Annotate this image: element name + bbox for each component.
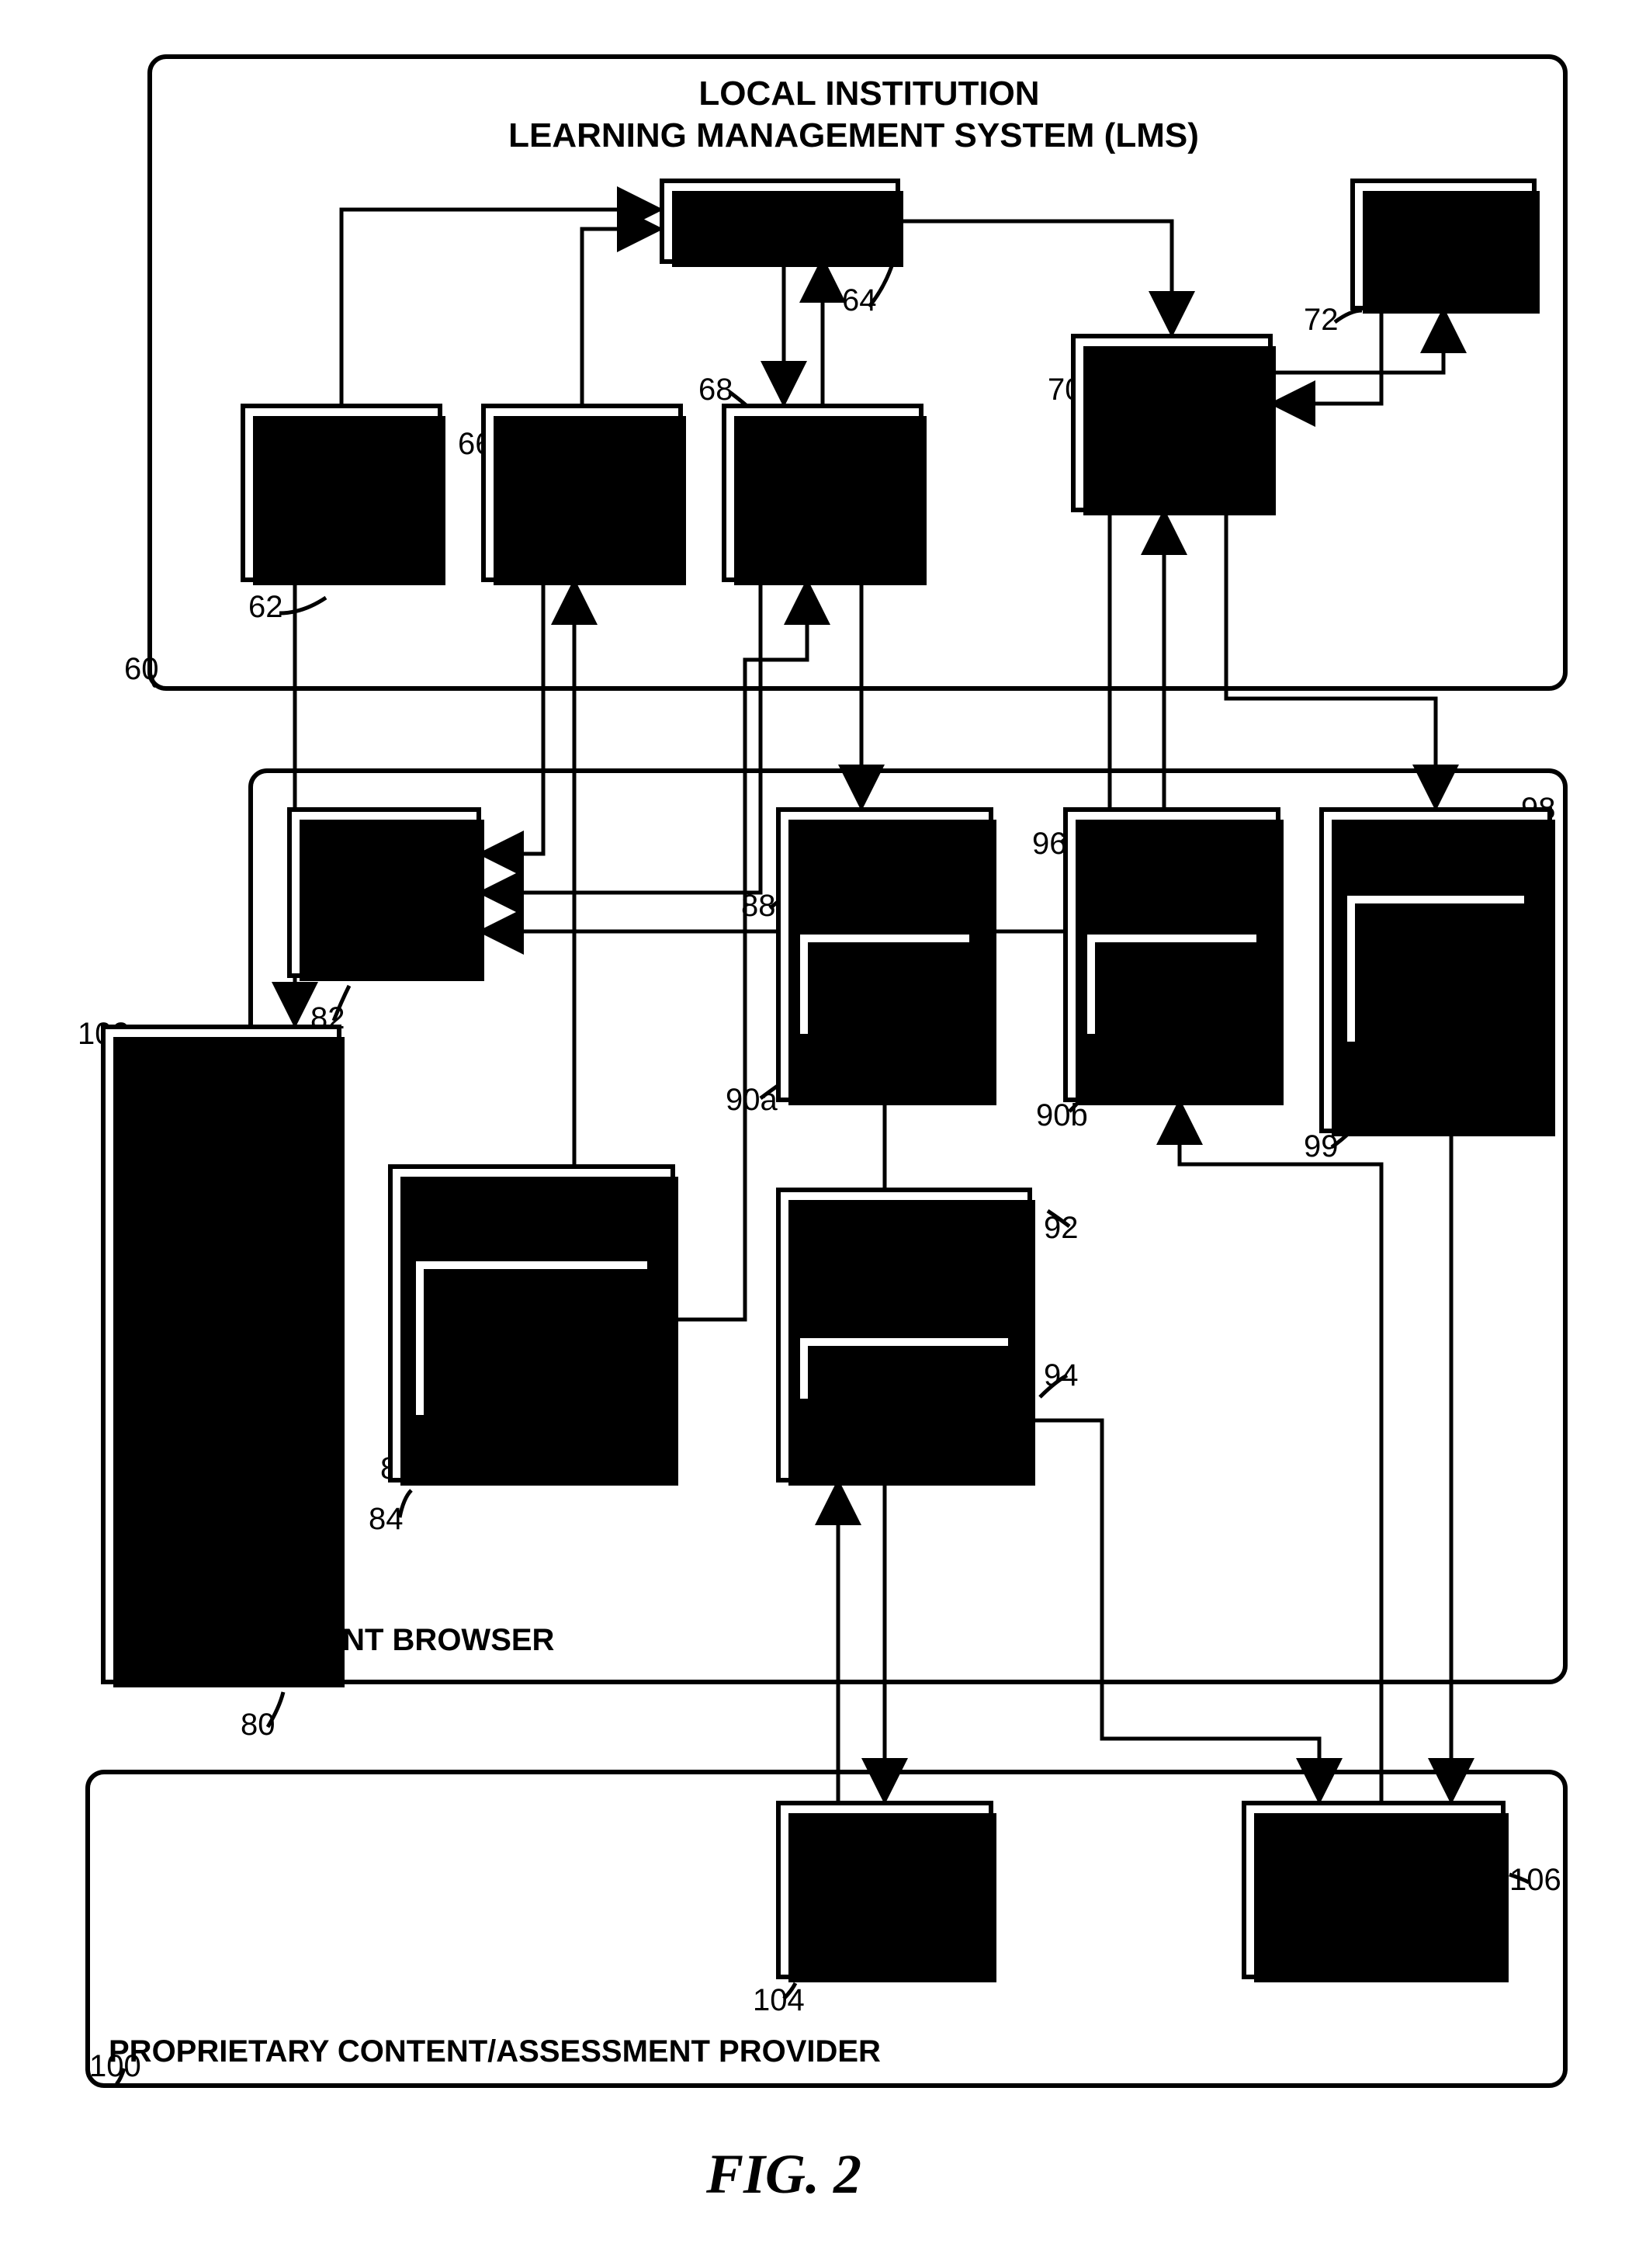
ref-90a: 90a (726, 1083, 778, 1118)
confirmation-page-label: CONFIRMATION PAGE (1340, 826, 1531, 883)
lms-database: DATABASE (660, 179, 900, 264)
ref-94: 94 (1044, 1358, 1079, 1393)
redirect-script-a: REDIRECT SCRIPT (795, 930, 974, 1039)
submit-link: SUBMIT LINK (795, 1333, 1013, 1403)
ref-64: 64 (842, 283, 877, 318)
ref-88: 88 (741, 889, 776, 924)
provider-runtime-module: PROVIDER RUN-TIME MODULE (776, 1801, 993, 1979)
ref-106: 106 (1509, 1863, 1561, 1898)
hidden-results-form-label: HIDDEN RESULTS FORM (1107, 826, 1235, 922)
provider-title: PROPRIETARY CONTENT/ASSESSMENT PROVIDER (109, 2034, 1040, 2069)
confirmation-page: CONFIRMATION PAGE DETAILED RESULTS LINK (1319, 807, 1552, 1133)
ref-96: 96 (1032, 827, 1067, 862)
ref-104: 104 (753, 1983, 805, 2018)
lms-title-1: LOCAL INSTITUTION (559, 75, 1180, 114)
ref-60: 60 (124, 652, 159, 687)
ref-80: 80 (241, 1708, 275, 1743)
session-key-cookie: SESSION KEY COOKIE (287, 807, 481, 978)
lms-setup-module: LMS SETUP MODULE (241, 404, 442, 582)
assignment-info-page: ASSIGNMENT INFO PAGE PROPRIETARY ASSIGNM… (388, 1164, 675, 1483)
ref-92: 92 (1044, 1211, 1079, 1246)
ref-84: 84 (369, 1502, 404, 1537)
lms-runtime-module: LMS RUN-TIME MODULE (481, 404, 683, 582)
ref-68: 68 (698, 373, 733, 407)
lms-submit-module: SUBMIT MODULE (1071, 334, 1273, 512)
assignment-info-page-label: ASSIGNMENT INFO PAGE (438, 1184, 625, 1249)
proprietary-results-module: PROPRIETARY RESULTS MODULE (1242, 1801, 1506, 1979)
proprietary-assignment-pages-label: PROPRIETARY ASSIGNMENT PAGE(S) (805, 1206, 1003, 1302)
ref-62: 62 (248, 590, 283, 625)
hidden-results-form: HIDDEN RESULTS FORM REDIRECT SCRIPT (1063, 807, 1280, 1102)
lms-redirect-module: REDIRECT MODULE (722, 404, 923, 582)
lms-turnin-api: TURN-IN API (1350, 179, 1537, 310)
hidden-request-form-label: HIDDEN REQUEST FORM (817, 826, 952, 922)
detailed-results-link: DETAILED RESULTS LINK (1343, 891, 1529, 1046)
redirect-script-b: REDIRECT SCRIPT (1083, 930, 1261, 1039)
proprietary-assignment-link: PROPRIETARY ASSIGNMENT LINK (411, 1257, 652, 1420)
proprietary-assignment-pages: PROPRIETARY ASSIGNMENT PAGE(S) SUBMIT LI… (776, 1188, 1032, 1483)
hidden-request-form: HIDDEN REQUEST FORM REDIRECT SCRIPT (776, 807, 993, 1102)
figure-caption: FIG. 2 (706, 2142, 861, 2207)
lms-title-2: LEARNING MANAGEMENT SYSTEM (LMS) (388, 116, 1319, 156)
ref-100: 100 (89, 2049, 141, 2084)
proxy-metadata: PROXY METADATA (E.G., PROVIDER PUBLIC KE… (101, 1025, 341, 1684)
ref-72: 72 (1304, 303, 1339, 338)
